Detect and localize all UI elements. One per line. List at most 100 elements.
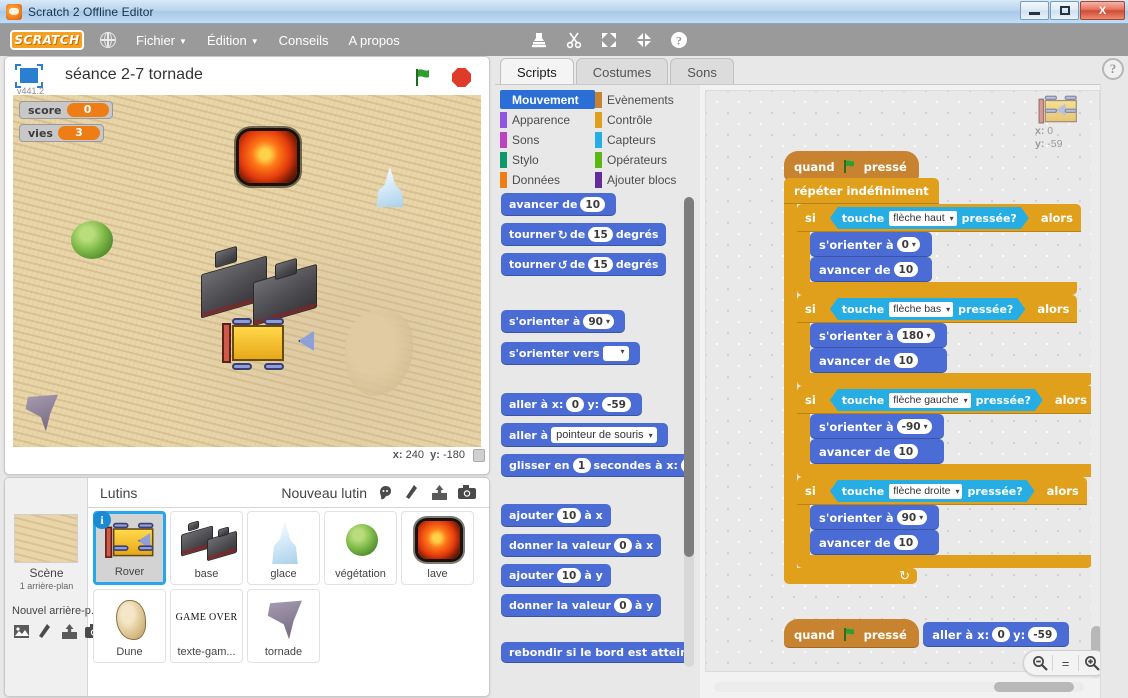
script-scrollbar-horizontal[interactable] [714,682,1084,692]
steps-input[interactable]: 10 [893,444,919,459]
sensing-key-pressed[interactable]: touche flèche droite pressée? [830,480,1035,502]
block-dropdown[interactable] [602,346,629,361]
goto-x-input[interactable]: 0 [992,627,1011,642]
key-dropdown[interactable]: flèche haut [889,211,956,226]
zoom-out-icon[interactable] [1027,651,1052,675]
menu-conseils[interactable]: Conseils [279,33,329,48]
zoom-reset-icon[interactable]: = [1053,651,1078,675]
stage-sprite-base[interactable] [201,245,317,327]
menu-apropos[interactable]: A propos [348,33,399,48]
motion-block-point-in-direction[interactable]: s'orienter à 0 [810,232,932,257]
stop-icon[interactable] [452,68,471,87]
palette-scrollbar[interactable] [684,197,694,667]
sprite-cell-glace[interactable]: glace [247,511,320,585]
stage-sprite-lave[interactable] [239,131,297,183]
block-dropdown[interactable]: 90 [583,314,614,329]
upload-icon[interactable] [61,624,78,640]
stage-sprite-vegetation[interactable] [71,221,113,259]
green-flag-icon[interactable] [413,67,433,87]
steps-input[interactable]: 10 [893,353,919,368]
help-icon[interactable]: ? [670,31,688,49]
motion-block-move-steps[interactable]: avancer de 10 [810,439,944,464]
category-controle[interactable]: Contrôle [595,110,700,129]
palette-block-aller-a[interactable]: aller à pointeur de souris [501,423,668,447]
sprite-cell-lave[interactable]: lave [401,511,474,585]
motion-block-goto-xy[interactable]: aller à x: 0 y: -59 [923,622,1070,647]
sprite-cell-rover[interactable]: i Rover [93,511,166,585]
watcher-score[interactable]: score 0 [19,101,113,119]
stage-sprite-dune[interactable] [345,310,413,396]
motion-block-move-steps[interactable]: avancer de 10 [810,257,932,282]
block-input-y[interactable]: -59 [602,397,631,412]
stage-canvas[interactable]: score 0 vies 3 [13,95,481,447]
scissors-icon[interactable] [565,31,583,49]
motion-block-move-steps[interactable]: avancer de 10 [810,530,940,555]
if-block-fleche-haut[interactable]: si touche flèche haut pressée? alors [797,204,1099,295]
hat-block-when-flag-clicked[interactable]: quand pressé [784,619,919,648]
palette-block-ajouter-x[interactable]: ajouter 10 à x [501,504,611,527]
motion-block-point-in-direction[interactable]: s'orienter à 90 [810,505,940,530]
block-input-secondes[interactable]: 1 [572,458,591,473]
maximize-button[interactable] [1050,1,1079,20]
stage-sprite-tornade[interactable] [25,394,59,432]
palette-block-orienter-a[interactable]: s'orienter à 90 [501,310,625,333]
control-block-repeat-forever[interactable]: répéter indéfiniment si touche flèche ha… [784,178,1099,584]
category-operateurs[interactable]: Opérateurs [595,150,700,169]
sensing-key-pressed[interactable]: touche flèche haut pressée? [830,207,1029,229]
palette-block-rebondir[interactable]: rebondir si le bord est atteint [501,642,693,663]
if-block-fleche-gauche[interactable]: si touche flèche gauche pressée? alors [797,386,1099,477]
shrink-icon[interactable] [635,31,653,49]
block-input[interactable]: 15 [588,227,613,242]
script-main[interactable]: quand pressé répéter indéfiniment si tou… [784,151,1099,584]
stamp-icon[interactable] [530,31,548,49]
script-scrollbar-horizontal-thumb[interactable] [994,682,1074,692]
palette-scrollbar-thumb[interactable] [684,197,694,557]
category-ajouter-blocs[interactable]: Ajouter blocs [595,170,700,189]
category-stylo[interactable]: Stylo [500,150,595,169]
palette-block-valeur-x[interactable]: donner la valeur 0 à x [501,534,662,557]
block-input-x[interactable]: 0 [566,397,585,412]
close-button[interactable]: X [1080,1,1125,20]
steps-input[interactable]: 10 [893,262,919,277]
motion-block-move-steps[interactable]: avancer de 10 [810,348,947,373]
help-icon[interactable]: ? [1102,58,1124,80]
category-apparence[interactable]: Apparence [500,110,595,129]
category-donnees[interactable]: Données [500,170,595,189]
sprite-cell-vegetation[interactable]: végétation [324,511,397,585]
sprite-cell-texte-gameover[interactable]: GAME OVER texte-gam... [170,589,243,663]
if-block-fleche-droite[interactable]: si touche flèche droite pressée? alors [797,477,1099,568]
steps-input[interactable]: 10 [893,535,919,550]
direction-dropdown[interactable]: 90 [896,510,928,525]
script-second[interactable]: quand pressé aller à x: 0 y: -59 [784,619,1070,648]
tab-costumes[interactable]: Costumes [575,58,669,85]
goto-y-input[interactable]: -59 [1028,627,1058,642]
block-input[interactable]: 0 [613,598,632,613]
sprite-cell-dune[interactable]: Dune [93,589,166,663]
palette-block-valeur-y[interactable]: donner la valeur 0 à y [501,594,662,617]
sensing-key-pressed[interactable]: touche flèche bas pressée? [830,298,1026,320]
palette-block-glisser[interactable]: glisser en 1 secondes à x: 0 y: [501,454,693,477]
collapse-arrow-icon[interactable] [473,449,485,462]
key-dropdown[interactable]: flèche bas [889,302,953,317]
direction-dropdown[interactable]: -90 [896,419,932,434]
sprite-cell-base[interactable]: base [170,511,243,585]
sprite-cell-tornade[interactable]: tornade [247,589,320,663]
palette-block-avancer[interactable]: avancer de 10 [501,193,617,216]
block-input[interactable]: 15 [588,257,613,272]
sensing-key-pressed[interactable]: touche flèche gauche pressée? [830,389,1043,411]
direction-dropdown[interactable]: 0 [896,237,920,252]
new-sprite-icon[interactable] [377,485,394,501]
palette-block-ajouter-y[interactable]: ajouter 10 à y [501,564,611,587]
hat-block-when-flag-clicked[interactable]: quand pressé [784,151,919,180]
stage-sprite-glace[interactable] [376,167,404,207]
stage-selector[interactable]: Scène 1 arrière-plan Nouvel arrière-p... [5,478,103,696]
palette-block-orienter-vers[interactable]: s'orienter vers [501,342,640,365]
category-mouvement[interactable]: Mouvement [500,90,595,109]
category-capteurs[interactable]: Capteurs [595,130,700,149]
block-input[interactable]: 10 [556,568,582,583]
category-evenements[interactable]: Evènements [595,90,700,109]
category-sons[interactable]: Sons [500,130,595,149]
if-block-fleche-bas[interactable]: si touche flèche bas pressée? alors [797,295,1099,386]
camera-icon[interactable] [458,484,476,501]
script-canvas[interactable]: x: 0 y: -59 quand pressé répéter indéfin… [705,90,1100,672]
